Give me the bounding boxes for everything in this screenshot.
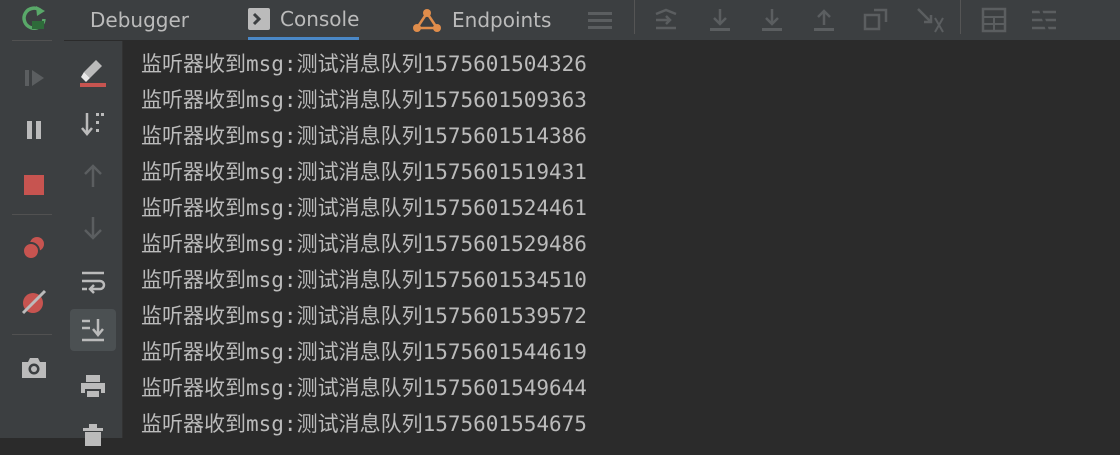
console-line: 监听器收到msg:测试消息队列1575601524461 <box>141 196 587 220</box>
layout-menu-button[interactable] <box>582 4 618 36</box>
soft-wrap-button[interactable] <box>70 261 116 303</box>
next-occurrence-button[interactable] <box>70 207 116 249</box>
mute-breakpoints-button[interactable] <box>14 284 54 320</box>
trash-icon <box>83 424 103 446</box>
trace-current-stream-button[interactable] <box>1026 4 1062 36</box>
console-icon <box>248 7 270 30</box>
tab-label: Endpoints <box>452 8 552 32</box>
console-line: 监听器收到msg:测试消息队列1575601534510 <box>141 268 587 292</box>
step-over-icon <box>710 9 730 31</box>
stop-icon <box>24 175 44 195</box>
show-execution-point-icon <box>655 8 677 30</box>
screenshot-button[interactable] <box>14 350 54 386</box>
clear-icon <box>80 60 106 87</box>
soft-wrap-icon <box>82 271 106 294</box>
pause-button[interactable] <box>14 112 54 148</box>
console-line: 监听器收到msg:测试消息队列1575601529486 <box>141 232 587 256</box>
rerun-button[interactable] <box>14 0 54 36</box>
stop-button[interactable] <box>14 166 54 202</box>
step-into-icon <box>762 9 782 31</box>
console-line: 监听器收到msg:测试消息队列1575601514386 <box>141 124 587 148</box>
console-toolbar <box>64 41 123 446</box>
tab-label: Debugger <box>90 8 189 32</box>
debug-side-toolbar <box>0 0 65 438</box>
resume-icon <box>25 70 44 86</box>
drop-frame-icon <box>863 8 888 31</box>
debug-tab-bar: Debugger Console Endpoints <box>64 0 1120 41</box>
step-out-button[interactable] <box>806 4 842 36</box>
print-button[interactable] <box>70 365 116 407</box>
console-line: 监听器收到msg:测试消息队列1575601504326 <box>141 52 587 76</box>
tab-console[interactable]: Console <box>248 0 360 40</box>
resume-button[interactable] <box>14 60 54 96</box>
sort-button[interactable] <box>70 103 116 145</box>
camera-icon <box>22 358 46 378</box>
tab-debugger[interactable]: Debugger <box>90 0 189 40</box>
console-line: 监听器收到msg:测试消息队列1575601509363 <box>141 88 587 112</box>
run-to-cursor-button[interactable] <box>912 4 948 36</box>
tab-endpoints[interactable]: Endpoints <box>412 0 551 40</box>
endpoints-icon <box>412 7 442 33</box>
divider <box>12 334 52 335</box>
view-breakpoints-icon <box>22 237 44 260</box>
drop-frame-button[interactable] <box>858 4 894 36</box>
run-to-cursor-icon <box>917 8 944 33</box>
delete-button[interactable] <box>70 413 116 455</box>
sort-icon <box>81 113 104 136</box>
menu-icon <box>588 12 612 29</box>
view-breakpoints-button[interactable] <box>14 230 54 266</box>
console-line: 监听器收到msg:测试消息队列1575601554675 <box>141 412 587 436</box>
tab-label: Console <box>280 6 360 31</box>
up-arrow-icon <box>84 164 102 187</box>
mute-breakpoints-icon <box>21 289 47 315</box>
divider <box>12 40 52 41</box>
console-line: 监听器收到msg:测试消息队列1575601539572 <box>141 304 587 328</box>
step-out-icon <box>814 9 834 31</box>
step-into-button[interactable] <box>754 4 790 36</box>
evaluate-expression-button[interactable] <box>976 4 1012 36</box>
scroll-to-end-button[interactable] <box>70 309 116 351</box>
step-over-button[interactable] <box>702 4 738 36</box>
console-line: 监听器收到msg:测试消息队列1575601544619 <box>141 340 587 364</box>
divider <box>12 214 52 215</box>
down-arrow-icon <box>84 217 102 240</box>
rerun-icon <box>22 6 46 30</box>
clear-all-button[interactable] <box>70 51 116 93</box>
scroll-to-end-icon <box>82 319 104 342</box>
divider <box>960 0 961 34</box>
show-execution-point-button[interactable] <box>648 4 684 36</box>
pause-icon <box>27 121 41 139</box>
previous-occurrence-button[interactable] <box>70 155 116 197</box>
console-output[interactable]: 监听器收到msg:测试消息队列1575601504326 监听器收到msg:测试… <box>123 41 1120 438</box>
calculator-icon <box>981 7 1007 33</box>
console-line: 监听器收到msg:测试消息队列1575601519431 <box>141 160 587 184</box>
console-line: 监听器收到msg:测试消息队列1575601549644 <box>141 376 587 400</box>
print-icon <box>81 375 105 399</box>
stream-trace-icon <box>1032 7 1056 33</box>
divider <box>634 0 635 34</box>
